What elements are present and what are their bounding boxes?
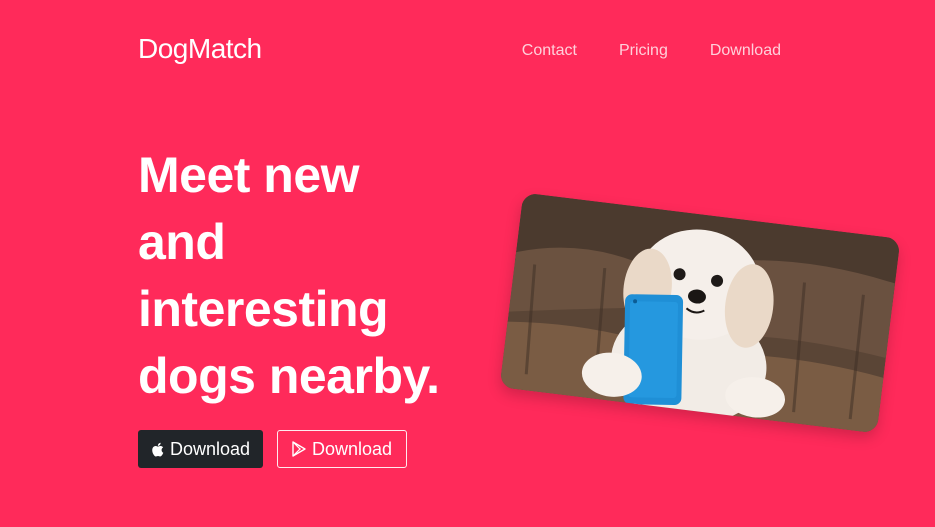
play-store-download-label: Download (311, 438, 393, 459)
play-store-download-button[interactable]: Download (277, 430, 407, 468)
nav-contact[interactable]: Contact (522, 42, 577, 60)
nav-download[interactable]: Download (710, 42, 781, 60)
hero-title-line-2: and (138, 214, 226, 270)
play-store-icon (292, 441, 306, 457)
main-nav: Contact Pricing Download (522, 42, 781, 60)
app-store-download-button[interactable]: Download (138, 430, 263, 468)
hero-title-line-1: Meet new (138, 147, 360, 203)
hero-title: Meet new and interesting dogs nearby. (138, 142, 518, 410)
hero-title-line-4: dogs nearby. (138, 348, 440, 404)
hero-title-line-3: interesting (138, 281, 389, 337)
nav-pricing[interactable]: Pricing (619, 42, 668, 60)
hero-dog-photo (499, 192, 901, 434)
apple-icon (151, 442, 164, 457)
brand-logo[interactable]: DogMatch (138, 33, 262, 65)
app-store-download-label: Download (169, 438, 251, 459)
